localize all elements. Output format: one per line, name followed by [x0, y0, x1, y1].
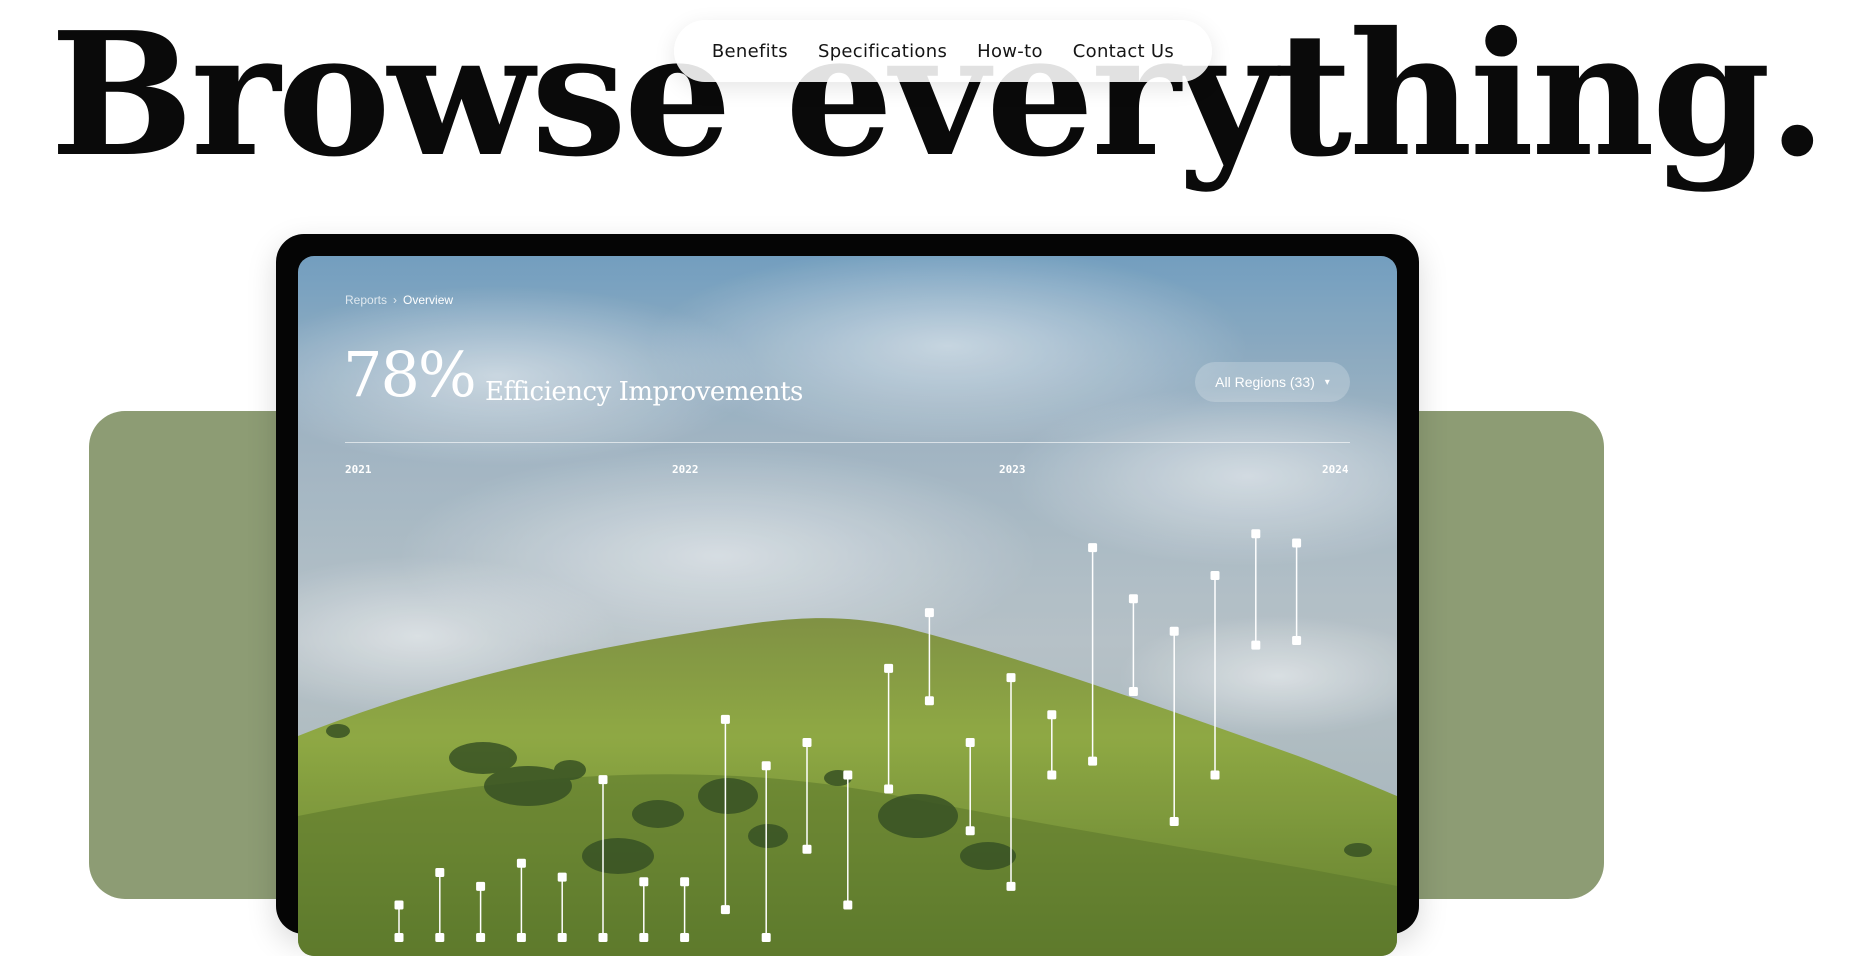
range-marker-low[interactable] — [1047, 770, 1057, 780]
top-nav: Benefits Specifications How-to Contact U… — [674, 20, 1212, 82]
range-marker-high[interactable] — [1006, 673, 1016, 683]
range-marker-high[interactable] — [1047, 710, 1057, 720]
range-marker-low[interactable] — [598, 932, 608, 942]
range-marker-low[interactable] — [1292, 635, 1302, 645]
range-marker-low[interactable] — [1088, 756, 1098, 766]
nav-specifications[interactable]: Specifications — [818, 41, 947, 62]
range-marker-high[interactable] — [557, 872, 567, 882]
nav-benefits[interactable]: Benefits — [712, 41, 788, 62]
range-marker-low[interactable] — [761, 932, 771, 942]
range-marker-high[interactable] — [1169, 626, 1179, 636]
range-marker-high[interactable] — [598, 775, 608, 785]
range-marker-low[interactable] — [680, 932, 690, 942]
range-marker-low[interactable] — [802, 844, 812, 854]
range-marker-low[interactable] — [720, 905, 730, 915]
range-marker-high[interactable] — [1128, 594, 1138, 604]
range-marker-high[interactable] — [516, 858, 526, 868]
range-marker-low[interactable] — [884, 784, 894, 794]
range-marker-high[interactable] — [924, 608, 934, 618]
range-marker-low[interactable] — [394, 932, 404, 942]
device-screen: Reports › Overview 78% Efficiency Improv… — [298, 256, 1397, 956]
laptop-device: Reports › Overview 78% Efficiency Improv… — [276, 234, 1419, 956]
nav-how-to[interactable]: How-to — [977, 41, 1043, 62]
range-marker-high[interactable] — [435, 867, 445, 877]
range-marker-high[interactable] — [1210, 571, 1220, 581]
range-marker-high[interactable] — [680, 877, 690, 887]
range-marker-low[interactable] — [1006, 881, 1016, 891]
range-marker-low[interactable] — [1169, 816, 1179, 826]
range-marker-high[interactable] — [802, 738, 812, 748]
range-marker-low[interactable] — [476, 932, 486, 942]
range-marker-high[interactable] — [476, 881, 486, 891]
range-marker-high[interactable] — [884, 663, 894, 673]
range-marker-low[interactable] — [1251, 640, 1261, 650]
range-marker-high[interactable] — [843, 770, 853, 780]
range-marker-low[interactable] — [1128, 687, 1138, 697]
range-marker-low[interactable] — [965, 826, 975, 836]
range-marker-low[interactable] — [1210, 770, 1220, 780]
range-marker-high[interactable] — [639, 877, 649, 887]
range-marker-high[interactable] — [1251, 529, 1261, 539]
nav-contact-us[interactable]: Contact Us — [1073, 41, 1174, 62]
range-marker-low[interactable] — [435, 932, 445, 942]
range-marker-low[interactable] — [557, 932, 567, 942]
range-marker-high[interactable] — [965, 738, 975, 748]
range-marker-low[interactable] — [843, 900, 853, 910]
range-marker-high[interactable] — [1088, 543, 1098, 553]
range-marker-low[interactable] — [924, 696, 934, 706]
range-marker-high[interactable] — [720, 714, 730, 724]
range-marker-low[interactable] — [639, 932, 649, 942]
efficiency-range-chart — [394, 529, 1302, 942]
range-marker-high[interactable] — [761, 761, 771, 771]
range-marker-high[interactable] — [1292, 538, 1302, 548]
range-marker-low[interactable] — [516, 932, 526, 942]
range-marker-high[interactable] — [394, 900, 404, 910]
